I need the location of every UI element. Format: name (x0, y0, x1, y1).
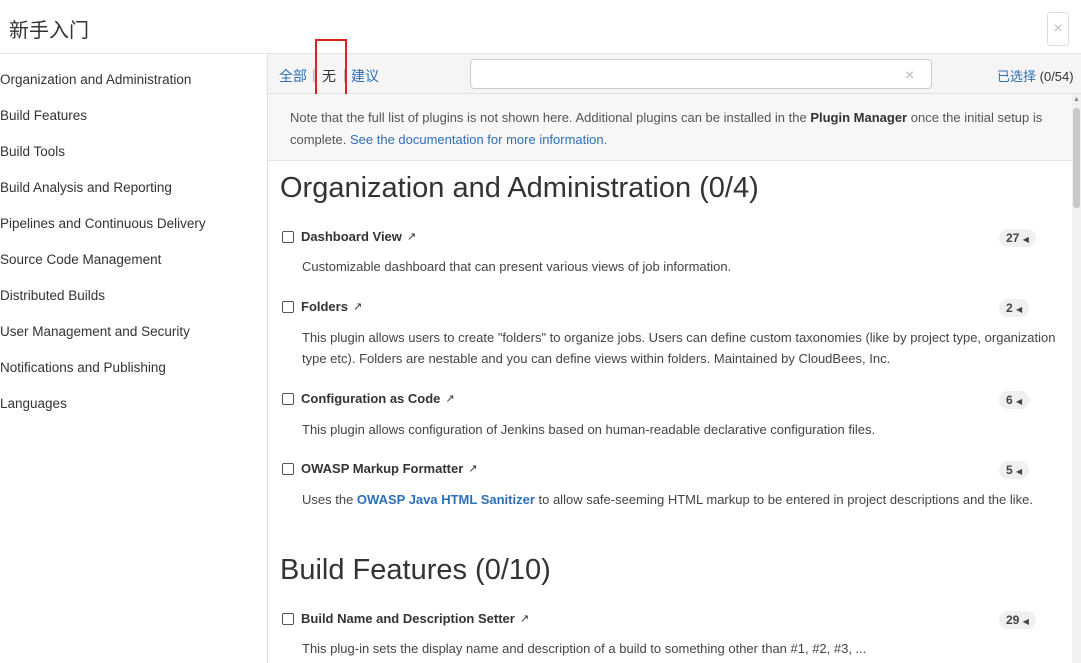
plugin-title: Dashboard View (301, 229, 402, 244)
plugin-deps-badge[interactable]: 6 ◀ (999, 391, 1030, 409)
plugin-name[interactable]: Configuration as Code ↗ (282, 391, 455, 406)
plugin-name[interactable]: OWASP Markup Formatter ↗ (282, 461, 478, 476)
documentation-link[interactable]: See the documentation for more informati… (350, 132, 607, 147)
sidebar-item-user-management[interactable]: User Management and Security (0, 324, 190, 339)
plugin-checkbox[interactable] (282, 612, 294, 625)
badge-count: 2 (1006, 301, 1013, 315)
badge-count: 27 (1006, 231, 1020, 245)
close-icon[interactable]: × (1047, 12, 1069, 46)
dialog-header: 新手入门 × (0, 0, 1081, 54)
plugin-deps-badge[interactable]: 5 ◀ (999, 461, 1030, 479)
plugin-name[interactable]: Dashboard View ↗ (282, 229, 416, 244)
plugin-search-input[interactable] (470, 59, 932, 89)
desc-text: to allow safe-seeming HTML markup to be … (534, 492, 1034, 507)
plugin-checkbox[interactable] (282, 392, 294, 405)
selected-count-value: (0/54) (1039, 69, 1074, 84)
plugin-title: Build Name and Description Setter (301, 611, 515, 626)
filter-all-link[interactable]: 全部 (279, 66, 307, 86)
external-link-icon[interactable]: ↗ (520, 612, 529, 625)
external-link-icon[interactable]: ↗ (468, 462, 477, 475)
badge-arrow-icon: ◀ (1016, 397, 1023, 406)
plugin-description: This plug-in sets the display name and d… (302, 641, 867, 656)
filter-suggested-link[interactable]: 建议 (351, 66, 379, 86)
sidebar-item-distributed-builds[interactable]: Distributed Builds (0, 288, 105, 303)
plugin-name[interactable]: Build Name and Description Setter ↗ (282, 611, 529, 626)
info-note: Note that the full list of plugins is no… (268, 94, 1072, 161)
sidebar-item-build-analysis[interactable]: Build Analysis and Reporting (0, 180, 172, 195)
selected-link[interactable]: 已选择 (997, 70, 1036, 85)
external-link-icon[interactable]: ↗ (353, 300, 362, 313)
sidebar-item-build-tools[interactable]: Build Tools (0, 144, 65, 159)
plugin-description: This plugin allows configuration of Jenk… (302, 422, 876, 437)
plugin-description: This plugin allows users to create "fold… (302, 330, 1056, 366)
plugin-checkbox[interactable] (282, 462, 294, 475)
sidebar-item-build-features[interactable]: Build Features (0, 108, 87, 123)
plugin-description: Customizable dashboard that can present … (302, 259, 732, 274)
selected-count: 已选择 (0/54) (997, 66, 1074, 85)
badge-arrow-icon: ◀ (1022, 617, 1029, 626)
desc-text: Uses the (302, 492, 357, 507)
plugin-deps-badge[interactable]: 2 ◀ (999, 299, 1030, 317)
plugin-checkbox[interactable] (282, 300, 294, 313)
badge-count: 5 (1006, 463, 1013, 477)
plugin-title: OWASP Markup Formatter (301, 461, 464, 476)
sidebar-item-source-code[interactable]: Source Code Management (0, 252, 161, 267)
note-text: Note that the full list of plugins is no… (290, 110, 811, 125)
plugin-manager-text: Plugin Manager (810, 110, 908, 125)
scroll-up-icon[interactable]: ▲ (1073, 96, 1080, 103)
search-clear-icon[interactable]: × (905, 67, 914, 85)
dialog-title: 新手入门 (9, 18, 89, 42)
plugin-description: Uses the OWASP Java HTML Sanitizer to al… (302, 489, 1062, 510)
category-sidebar: Organization and Administration Build Fe… (0, 54, 268, 663)
badge-arrow-icon: ◀ (1022, 235, 1029, 244)
badge-arrow-icon: ◀ (1016, 305, 1023, 314)
section-title: Build Features (0/10) (280, 554, 551, 586)
plugin-name[interactable]: Folders ↗ (282, 299, 362, 314)
plugin-checkbox[interactable] (282, 230, 294, 243)
plugin-toolbar: 全部 | 无 | 建议 × 已选择 (0/54) (268, 54, 1081, 94)
external-link-icon[interactable]: ↗ (445, 392, 454, 405)
badge-arrow-icon: ◀ (1016, 467, 1023, 476)
content-scrollbar[interactable]: ▲ (1072, 94, 1081, 663)
plugin-title: Folders (301, 299, 348, 314)
owasp-sanitizer-link[interactable]: OWASP Java HTML Sanitizer (357, 492, 535, 507)
plugin-list: Note that the full list of plugins is no… (268, 94, 1072, 663)
sidebar-item-notifications[interactable]: Notifications and Publishing (0, 360, 166, 375)
section-title: Organization and Administration (0/4) (280, 172, 759, 204)
sidebar-item-pipelines[interactable]: Pipelines and Continuous Delivery (0, 216, 206, 231)
sidebar-item-organization-administration[interactable]: Organization and Administration (0, 72, 191, 87)
plugin-title: Configuration as Code (301, 391, 441, 406)
external-link-icon[interactable]: ↗ (407, 230, 416, 243)
badge-count: 6 (1006, 393, 1013, 407)
plugin-deps-badge[interactable]: 27 ◀ (999, 229, 1036, 247)
sidebar-item-languages[interactable]: Languages (0, 396, 67, 411)
plugin-deps-badge[interactable]: 29 ◀ (999, 611, 1036, 629)
badge-count: 29 (1006, 613, 1020, 627)
scrollbar-thumb[interactable] (1073, 108, 1080, 208)
